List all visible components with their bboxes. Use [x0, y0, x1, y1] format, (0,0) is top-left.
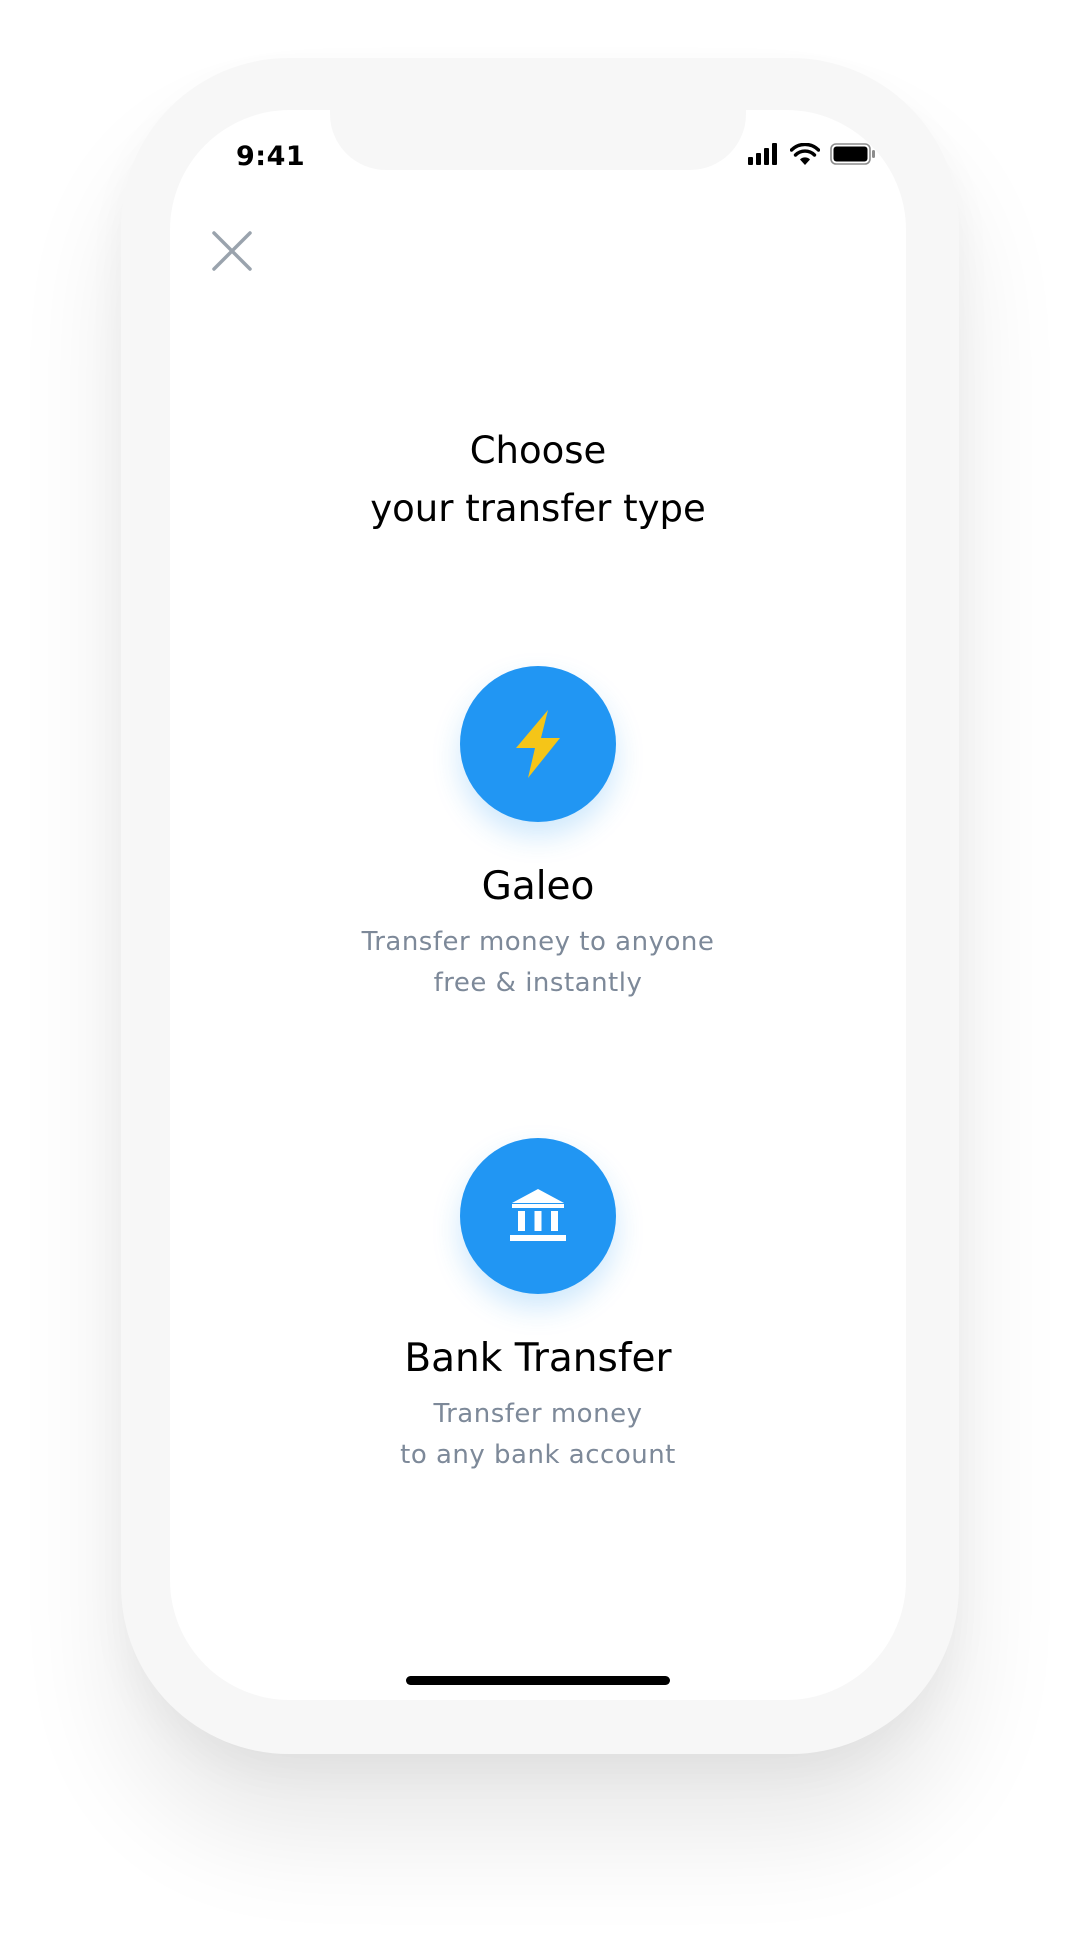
home-indicator: [406, 1676, 670, 1685]
bank-transfer-title: Bank Transfer: [404, 1336, 672, 1381]
bank-transfer-description: Transfer money to any bank account: [170, 1394, 906, 1476]
battery-icon: [830, 143, 875, 165]
bank-transfer-description-line2: to any bank account: [400, 1440, 676, 1470]
option-bank-transfer[interactable]: Bank Transfer Transfer money to any bank…: [170, 1138, 906, 1476]
bank-icon-circle: [460, 1138, 616, 1294]
cellular-signal-icon: [748, 143, 777, 165]
page-title-line1: Choose: [469, 429, 607, 472]
page-title: Choose your transfer type: [170, 422, 906, 538]
galeo-description-line1: Transfer money to anyone: [361, 927, 715, 957]
status-icons: [748, 143, 876, 165]
lightning-bolt-icon: [516, 710, 560, 778]
galeo-icon-circle: [460, 666, 616, 822]
galeo-title: Galeo: [481, 864, 595, 909]
stage: 9:41 Choose your transfer type Galeo Tra…: [0, 0, 1080, 1936]
option-galeo[interactable]: Galeo Transfer money to anyone free & in…: [170, 666, 906, 1004]
page-title-line2: your transfer type: [370, 487, 706, 530]
close-button[interactable]: [206, 225, 258, 277]
galeo-description: Transfer money to anyone free & instantl…: [170, 922, 906, 1004]
close-icon: [212, 231, 252, 271]
galeo-description-line2: free & instantly: [433, 968, 643, 998]
app-screen: 9:41 Choose your transfer type Galeo Tra…: [170, 110, 906, 1700]
bank-icon: [510, 1189, 566, 1241]
notch: [330, 110, 746, 170]
bank-transfer-description-line1: Transfer money: [433, 1399, 643, 1429]
wifi-icon: [790, 143, 820, 165]
status-time: 9:41: [236, 141, 306, 172]
